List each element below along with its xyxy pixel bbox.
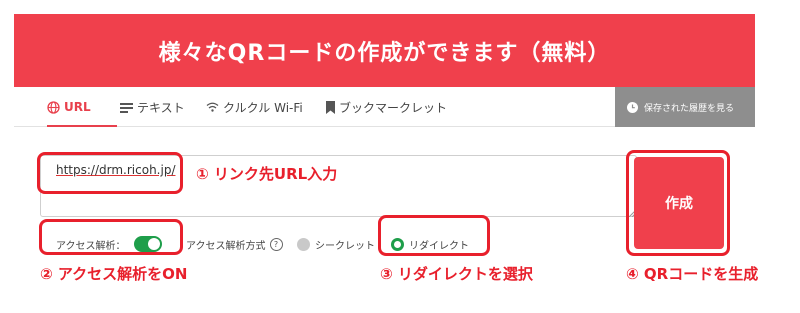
bookmark-icon [326, 100, 335, 114]
history-button[interactable]: 保存された履歴を見る [615, 87, 755, 127]
tab-wifi[interactable]: クルクル Wi-Fi [206, 87, 303, 127]
tab-url-label: URL [64, 100, 91, 114]
method-secret-label: シークレット [315, 240, 375, 252]
annotation-step1: ① リンク先URL入力 [196, 165, 338, 183]
tab-wifi-label: クルクル Wi-Fi [223, 100, 303, 115]
annotation-step2: ② アクセス解析をON [40, 265, 188, 283]
tab-text-label: テキスト [137, 100, 185, 115]
method-label: アクセス解析方式 [186, 240, 266, 252]
method-option: アクセス解析方式 ? [186, 236, 283, 252]
help-icon[interactable]: ? [269, 237, 283, 251]
history-button-label: 保存された履歴を見る [644, 103, 735, 114]
radio-off-icon [297, 237, 310, 251]
annotation-step3: ③ リダイレクトを選択 [380, 265, 533, 283]
highlight-create-button [626, 150, 730, 256]
header-banner: 様々なQRコードの作成ができます（無料） [14, 14, 755, 87]
tab-bookmarklet-label: ブックマークレット [339, 100, 448, 115]
highlight-url-input [37, 152, 183, 194]
annotation-step4: ④ QRコードを生成 [626, 265, 759, 283]
active-tab-indicator [47, 125, 117, 127]
wifi-icon [206, 102, 219, 112]
page-title: 様々なQRコードの作成ができます（無料） [158, 40, 611, 66]
tab-bar: URL テキスト クルクル Wi-Fi ブックマークレット 保存された履歴を見る [14, 87, 755, 127]
tab-bookmarklet[interactable]: ブックマークレット [326, 87, 447, 127]
highlight-analytics-toggle [39, 219, 183, 255]
method-secret-radio[interactable]: シークレット [297, 236, 375, 252]
tab-url[interactable]: URL [47, 87, 91, 127]
tab-text[interactable]: テキスト [120, 87, 185, 127]
clock-icon [627, 101, 638, 113]
lines-icon [120, 102, 133, 113]
highlight-redirect-option [378, 215, 490, 256]
globe-icon [47, 100, 60, 114]
